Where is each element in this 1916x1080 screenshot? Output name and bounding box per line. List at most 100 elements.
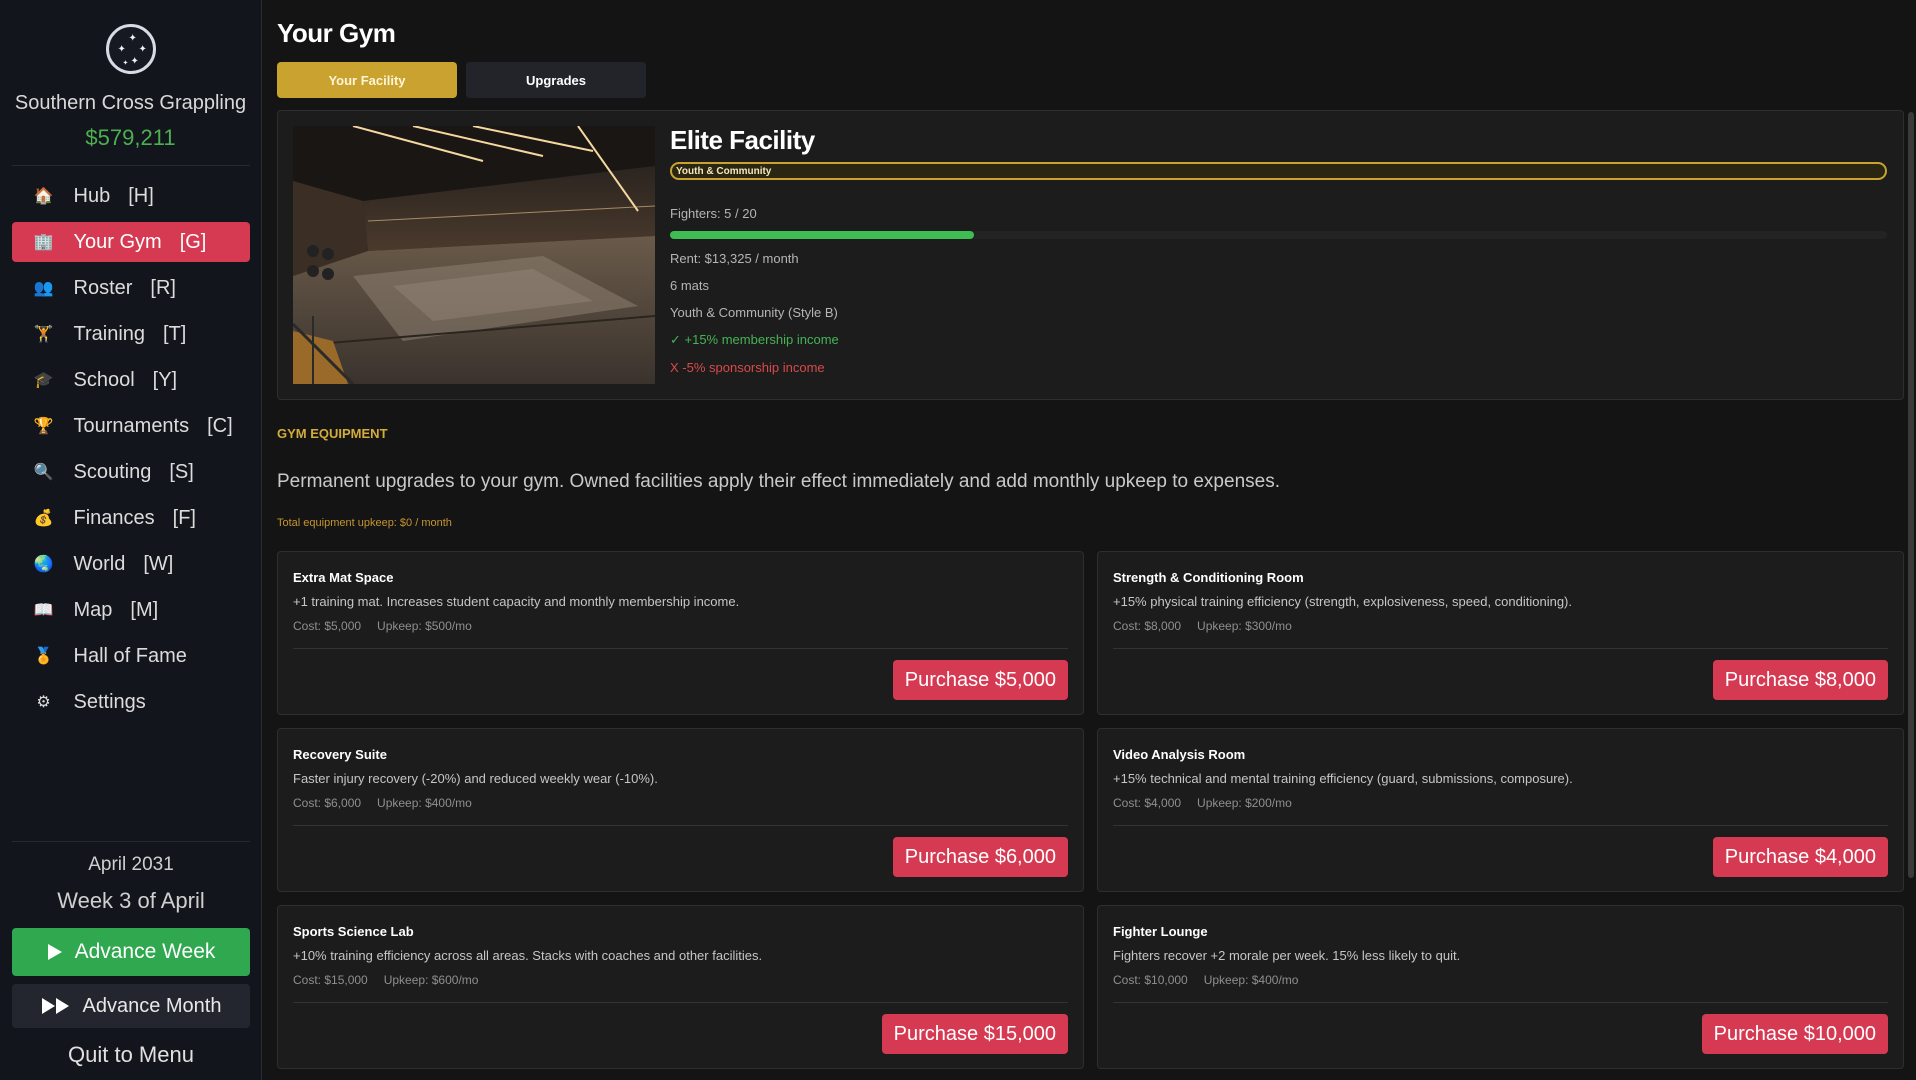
equipment-description: +15% technical and mental training effic…	[1113, 771, 1573, 786]
sidebar-item-shortcut: [H]	[128, 184, 154, 207]
equipment-name: Recovery Suite	[293, 747, 387, 762]
facility-bonus: ✓ +15% membership income	[670, 332, 839, 347]
graduation-cap-icon: 🎓	[33, 372, 54, 389]
equipment-divider	[293, 1002, 1068, 1003]
equipment-upkeep: Upkeep: $600/mo	[383, 973, 479, 987]
sidebar-item-tournaments[interactable]: 🏆 Tournaments [C]	[12, 406, 250, 446]
money-balance: $579,211	[85, 125, 176, 150]
equipment-cost: Cost: $15,000	[293, 973, 368, 987]
page-title: Your Gym	[277, 18, 396, 48]
main-scrollbar[interactable]	[1908, 112, 1914, 878]
purchase-extra-mat-space-button[interactable]: Purchase $5,000	[892, 660, 1068, 700]
facility-rent: Rent: $13,325 / month	[670, 251, 799, 266]
sidebar-item-label: Tournaments	[73, 414, 190, 437]
sidebar-item-roster[interactable]: 👥 Roster [R]	[12, 268, 250, 308]
sidebar-divider	[11, 165, 250, 166]
equipment-upkeep: Upkeep: $500/mo	[377, 619, 472, 633]
sidebar-item-training[interactable]: 🏋 Training [T]	[12, 314, 250, 354]
purchase-fighter-lounge-button[interactable]: Purchase $10,000	[1701, 1014, 1888, 1054]
equipment-upkeep: Upkeep: $400/mo	[1203, 973, 1299, 987]
sidebar-item-label: Your Gym	[73, 230, 162, 253]
quit-to-menu-button[interactable]: Quit to Menu	[68, 1038, 194, 1072]
sidebar-item-map[interactable]: 📖 Map [M]	[12, 590, 250, 630]
sidebar-item-shortcut: [W]	[143, 552, 174, 575]
equipment-description: +10% training efficiency across all area…	[293, 948, 763, 963]
sidebar-item-shortcut: [S]	[169, 460, 194, 483]
fast-forward-icon	[41, 998, 69, 1014]
dumbbell-icon: 🏋	[33, 326, 54, 343]
total-equipment-upkeep: Total equipment upkeep: $0 / month	[277, 517, 452, 529]
sidebar-item-scouting[interactable]: 🔍 Scouting [S]	[12, 452, 250, 492]
equipment-divider	[293, 825, 1068, 826]
sidebar-item-label: Hub	[73, 184, 111, 207]
purchase-strength-conditioning-room-button[interactable]: Purchase $8,000	[1712, 660, 1888, 700]
trophy-icon: 🏆	[33, 418, 54, 435]
magnifier-icon: 🔍	[33, 464, 54, 481]
sidebar-item-shortcut: [C]	[207, 414, 233, 437]
tab-your-facility[interactable]: Your Facility	[277, 62, 457, 98]
purchase-video-analysis-room-button[interactable]: Purchase $4,000	[1712, 837, 1888, 877]
equipment-description: +1 training mat. Increases student capac…	[293, 594, 740, 609]
equipment-upkeep: Upkeep: $200/mo	[1197, 796, 1292, 810]
sidebar-item-settings[interactable]: ⚙ Settings	[12, 682, 250, 722]
facility-mats: 6 mats	[670, 278, 710, 293]
equipment-costs: Cost: $15,000 Upkeep: $600/mo	[293, 973, 1068, 987]
gym-name: Southern Cross Grappling	[14, 92, 247, 114]
equipment-divider	[293, 648, 1068, 649]
advance-week-button[interactable]: Advance Week	[12, 928, 250, 976]
advance-week-label: Advance Week	[74, 940, 216, 963]
equipment-costs: Cost: $10,000 Upkeep: $400/mo	[1113, 973, 1888, 987]
equipment-cost: Cost: $10,000	[1113, 973, 1188, 987]
purchase-sports-science-lab-button[interactable]: Purchase $15,000	[881, 1014, 1068, 1054]
facility-tier-title: Elite Facility	[670, 125, 815, 155]
advance-month-button[interactable]: Advance Month	[12, 984, 250, 1028]
facility-style: Youth & Community (Style B)	[670, 305, 838, 320]
equipment-upkeep: Upkeep: $300/mo	[1197, 619, 1292, 633]
sidebar-item-school[interactable]: 🎓 School [Y]	[12, 360, 250, 400]
equipment-card-recovery-suite: Recovery Suite Faster injury recovery (-2…	[277, 728, 1084, 892]
fighters-count: Fighters: 5 / 20	[670, 206, 757, 221]
gym-tabs: Your Facility Upgrades	[277, 62, 1916, 98]
sidebar-item-label: School	[73, 368, 135, 391]
current-week: Week 3 of April	[57, 888, 205, 913]
facility-info: Elite Facility Youth & Community Fighter…	[670, 125, 1888, 375]
current-month: April 2031	[88, 854, 174, 875]
equipment-costs: Cost: $4,000 Upkeep: $200/mo	[1113, 796, 1888, 810]
fighters-capacity-fill	[670, 231, 975, 239]
equipment-name: Strength & Conditioning Room	[1113, 570, 1304, 585]
gym-equipment-heading: GYM EQUIPMENT	[277, 426, 388, 441]
equipment-costs: Cost: $5,000 Upkeep: $500/mo	[293, 619, 1068, 633]
building-icon: 🏢	[33, 234, 54, 251]
purchase-recovery-suite-button[interactable]: Purchase $6,000	[892, 837, 1068, 877]
equipment-grid: Extra Mat Space +1 training mat. Increase…	[277, 551, 1904, 1069]
sidebar-item-shortcut: [G]	[179, 230, 207, 253]
southern-cross-logo-icon: ✦ ✦ ✦ ✦ ✦	[105, 24, 156, 74]
advance-month-label: Advance Month	[82, 994, 222, 1017]
tab-upgrades[interactable]: Upgrades	[466, 62, 646, 98]
sidebar-item-label: World	[73, 552, 126, 575]
map-icon: 📖	[33, 602, 54, 619]
sidebar-item-hub[interactable]: 🏠 Hub [H]	[12, 176, 250, 216]
facility-card: Elite Facility Youth & Community Fighter…	[277, 110, 1904, 400]
sidebar-item-label: Roster	[73, 276, 133, 299]
sidebar-item-world[interactable]: 🌏 World [W]	[12, 544, 250, 584]
sidebar-nav: 🏠 Hub [H] 🏢 Your Gym [G] 👥 Roster [R] 🏋 Training [T…	[11, 176, 250, 728]
sidebar-item-shortcut: [Y]	[152, 368, 178, 391]
sidebar-item-finances[interactable]: 💰 Finances [F]	[12, 498, 250, 538]
equipment-divider	[1113, 648, 1888, 649]
sidebar-item-hall-of-fame[interactable]: 🏅 Hall of Fame	[12, 636, 250, 676]
globe-icon: 🌏	[33, 556, 54, 573]
medal-icon: 🏅	[33, 648, 54, 665]
equipment-cost: Cost: $5,000	[293, 619, 362, 633]
sidebar-item-your-gym[interactable]: 🏢 Your Gym [G]	[11, 222, 250, 262]
equipment-name: Fighter Lounge	[1113, 924, 1208, 939]
sidebar-item-shortcut: [T]	[163, 322, 187, 345]
sidebar-item-shortcut: [F]	[172, 506, 196, 529]
sidebar-item-shortcut: [R]	[150, 276, 176, 299]
sidebar-item-label: Training	[73, 322, 146, 345]
play-icon	[47, 944, 62, 960]
sidebar-item-label: Hall of Fame	[73, 644, 187, 667]
equipment-description: +15% physical training efficiency (stren…	[1113, 594, 1572, 609]
gym-equipment-description: Permanent upgrades to your gym. Owned fa…	[277, 471, 1280, 492]
home-icon: 🏠	[33, 188, 54, 205]
